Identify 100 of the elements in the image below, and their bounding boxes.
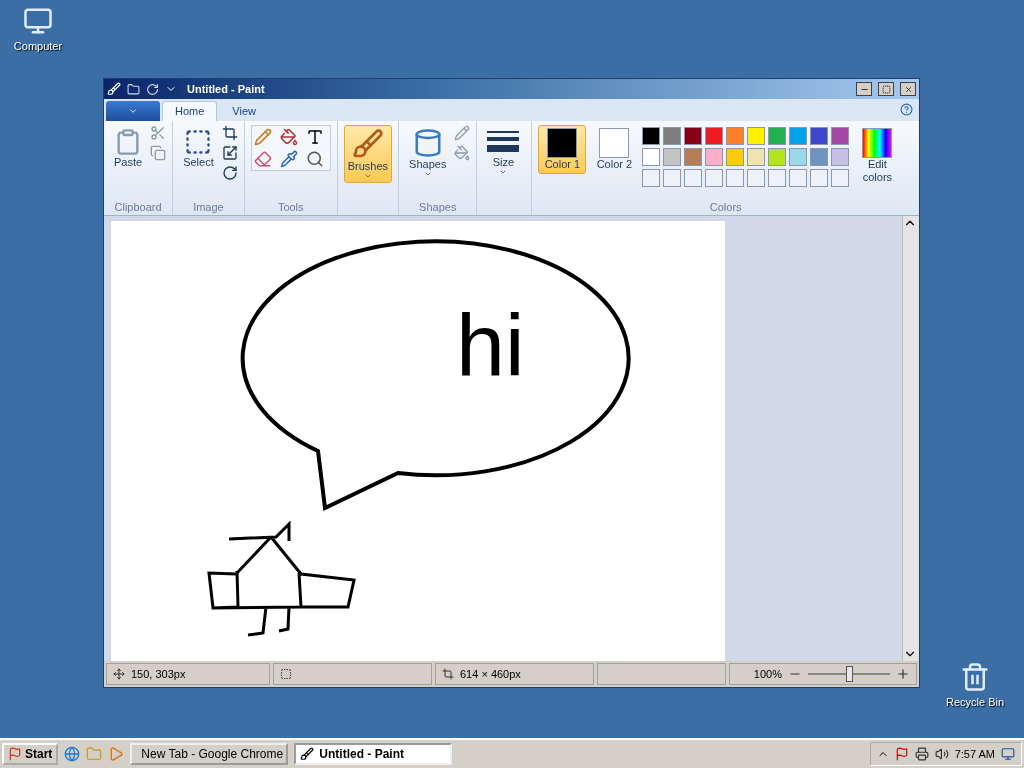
color-swatch[interactable] <box>726 127 745 145</box>
ribbon-tab[interactable]: Home <box>162 101 218 121</box>
color-swatch[interactable] <box>831 148 850 166</box>
group-label: Colors <box>708 201 743 213</box>
empty-swatch[interactable] <box>831 169 850 187</box>
close-button[interactable] <box>900 82 916 96</box>
empty-swatch[interactable] <box>789 169 808 187</box>
flag-icon <box>8 747 22 761</box>
start-button[interactable]: Start <box>2 743 59 765</box>
minimize-button[interactable] <box>856 82 872 96</box>
color-swatch[interactable] <box>747 127 766 145</box>
fill-icon[interactable] <box>279 128 298 146</box>
rotate-icon[interactable] <box>146 82 159 96</box>
caret-icon <box>363 172 372 180</box>
canvas-text: hi <box>456 301 525 389</box>
resize-icon[interactable] <box>221 145 238 161</box>
clock: 7:57 AM <box>954 748 995 760</box>
selection-icon <box>280 668 292 680</box>
speaker-icon[interactable] <box>934 747 949 761</box>
flag-icon[interactable] <box>894 747 909 761</box>
app-menu-button[interactable] <box>106 101 160 121</box>
group-label: Clipboard <box>113 201 163 213</box>
play-icon[interactable] <box>108 746 125 762</box>
empty-swatch[interactable] <box>747 169 766 187</box>
fill-icon[interactable] <box>454 145 471 161</box>
brush-icon <box>351 128 384 160</box>
color-swatch[interactable] <box>642 148 661 166</box>
brush-icon <box>300 747 315 761</box>
empty-swatch[interactable] <box>684 169 703 187</box>
color-swatch[interactable] <box>726 148 745 166</box>
copy-icon[interactable] <box>150 145 167 161</box>
zoom-in-icon[interactable] <box>896 667 910 681</box>
image-dimensions: 614 × 460px <box>460 668 521 680</box>
cut-icon[interactable] <box>150 125 167 141</box>
edit-colors-button[interactable]: Edit colors <box>853 125 902 187</box>
color-swatch[interactable] <box>747 148 766 166</box>
empty-swatch[interactable] <box>810 169 829 187</box>
selection-icon <box>184 128 213 156</box>
outline-icon[interactable] <box>454 125 471 141</box>
color-swatch[interactable] <box>684 148 703 166</box>
empty-swatch[interactable] <box>768 169 787 187</box>
desktop-icon-label: Computer <box>13 40 63 52</box>
group-label: Image <box>192 201 225 213</box>
color-swatch[interactable] <box>705 148 724 166</box>
size-button[interactable]: Size <box>483 125 524 179</box>
empty-swatch[interactable] <box>726 169 745 187</box>
color-slot-button[interactable]: Color 2 <box>590 125 639 174</box>
recycle-bin-icon[interactable] <box>960 662 990 692</box>
pencil-icon[interactable] <box>253 128 272 146</box>
color-swatch[interactable] <box>663 148 682 166</box>
color-swatch[interactable] <box>684 127 703 145</box>
select-button[interactable]: Select <box>179 125 218 171</box>
maximize-button[interactable] <box>878 82 894 96</box>
caret-icon <box>423 170 432 178</box>
color-swatch[interactable] <box>789 148 808 166</box>
folder-icon[interactable] <box>86 746 103 762</box>
desktop-icon-label: Recycle Bin <box>945 696 1005 708</box>
color-swatch[interactable] <box>831 127 850 145</box>
caret-icon <box>499 168 508 176</box>
vertical-scrollbar[interactable] <box>902 216 919 661</box>
rotate-icon[interactable] <box>221 165 238 181</box>
color-swatch[interactable] <box>642 127 661 145</box>
brushes-button[interactable]: Brushes <box>343 125 393 183</box>
color-swatch[interactable] <box>768 148 787 166</box>
color-slot-button[interactable]: Color 1 <box>538 125 587 174</box>
shapes-button[interactable]: Shapes <box>405 125 451 181</box>
canvas-size-icon <box>442 668 454 680</box>
paste-button[interactable]: Paste <box>110 125 147 171</box>
window-title: Untitled - Paint <box>187 83 266 95</box>
zoom-level: 100% <box>753 668 782 680</box>
color-swatch[interactable] <box>810 148 829 166</box>
color-swatch[interactable] <box>705 127 724 145</box>
taskbar-button[interactable]: Untitled - Paint <box>294 743 453 765</box>
empty-swatch[interactable] <box>663 169 682 187</box>
crop-icon[interactable] <box>221 125 238 141</box>
maximize-icon <box>881 84 891 94</box>
color-swatch[interactable] <box>663 127 682 145</box>
globe-icon[interactable] <box>64 746 81 762</box>
eraser-icon[interactable] <box>253 150 272 168</box>
empty-swatch[interactable] <box>642 169 661 187</box>
color-swatch[interactable] <box>768 127 787 145</box>
color-picker-icon[interactable] <box>279 150 298 168</box>
computer-icon[interactable] <box>23 6 53 36</box>
empty-swatch[interactable] <box>705 169 724 187</box>
cursor-position: 150, 303px <box>131 668 186 680</box>
group-label: Shapes <box>418 201 458 213</box>
drawing-canvas[interactable]: hi <box>111 221 725 661</box>
caret-icon <box>128 106 138 116</box>
monitor-icon[interactable] <box>1001 747 1015 761</box>
move-icon <box>113 668 125 680</box>
help-icon[interactable] <box>900 103 913 116</box>
ribbon-tab[interactable]: View <box>219 101 269 121</box>
printer-icon[interactable] <box>914 747 929 761</box>
zoom-thumb[interactable] <box>846 666 853 682</box>
group-label: Tools <box>276 201 305 213</box>
color-swatch[interactable] <box>789 127 808 145</box>
color-swatch[interactable] <box>810 127 829 145</box>
magnifier-icon[interactable] <box>305 150 324 168</box>
text-icon[interactable] <box>305 128 324 146</box>
taskbar-button[interactable]: New Tab - Google Chrome <box>130 743 289 765</box>
